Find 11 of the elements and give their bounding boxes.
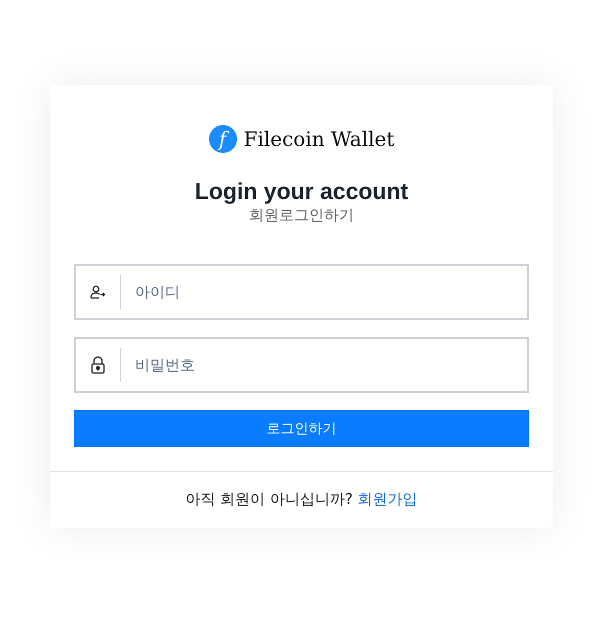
lock-icon (91, 356, 105, 374)
login-button[interactable]: 로그인하기 (74, 410, 529, 448)
login-title: Login your account (194, 179, 410, 204)
signup-link[interactable]: 회원가입 (358, 490, 418, 508)
login-subtitle: 회원로그인하기 (248, 206, 355, 226)
password-field[interactable]: 비밀번호 (74, 337, 529, 394)
signup-prompt: 아직 회원이 아니십니까? (185, 490, 353, 508)
filecoin-logo-icon: f (208, 125, 237, 153)
id-field[interactable]: 아이디 (74, 264, 529, 320)
user-arrow-icon (90, 285, 106, 300)
brand-name: Filecoin Wallet (244, 127, 394, 151)
